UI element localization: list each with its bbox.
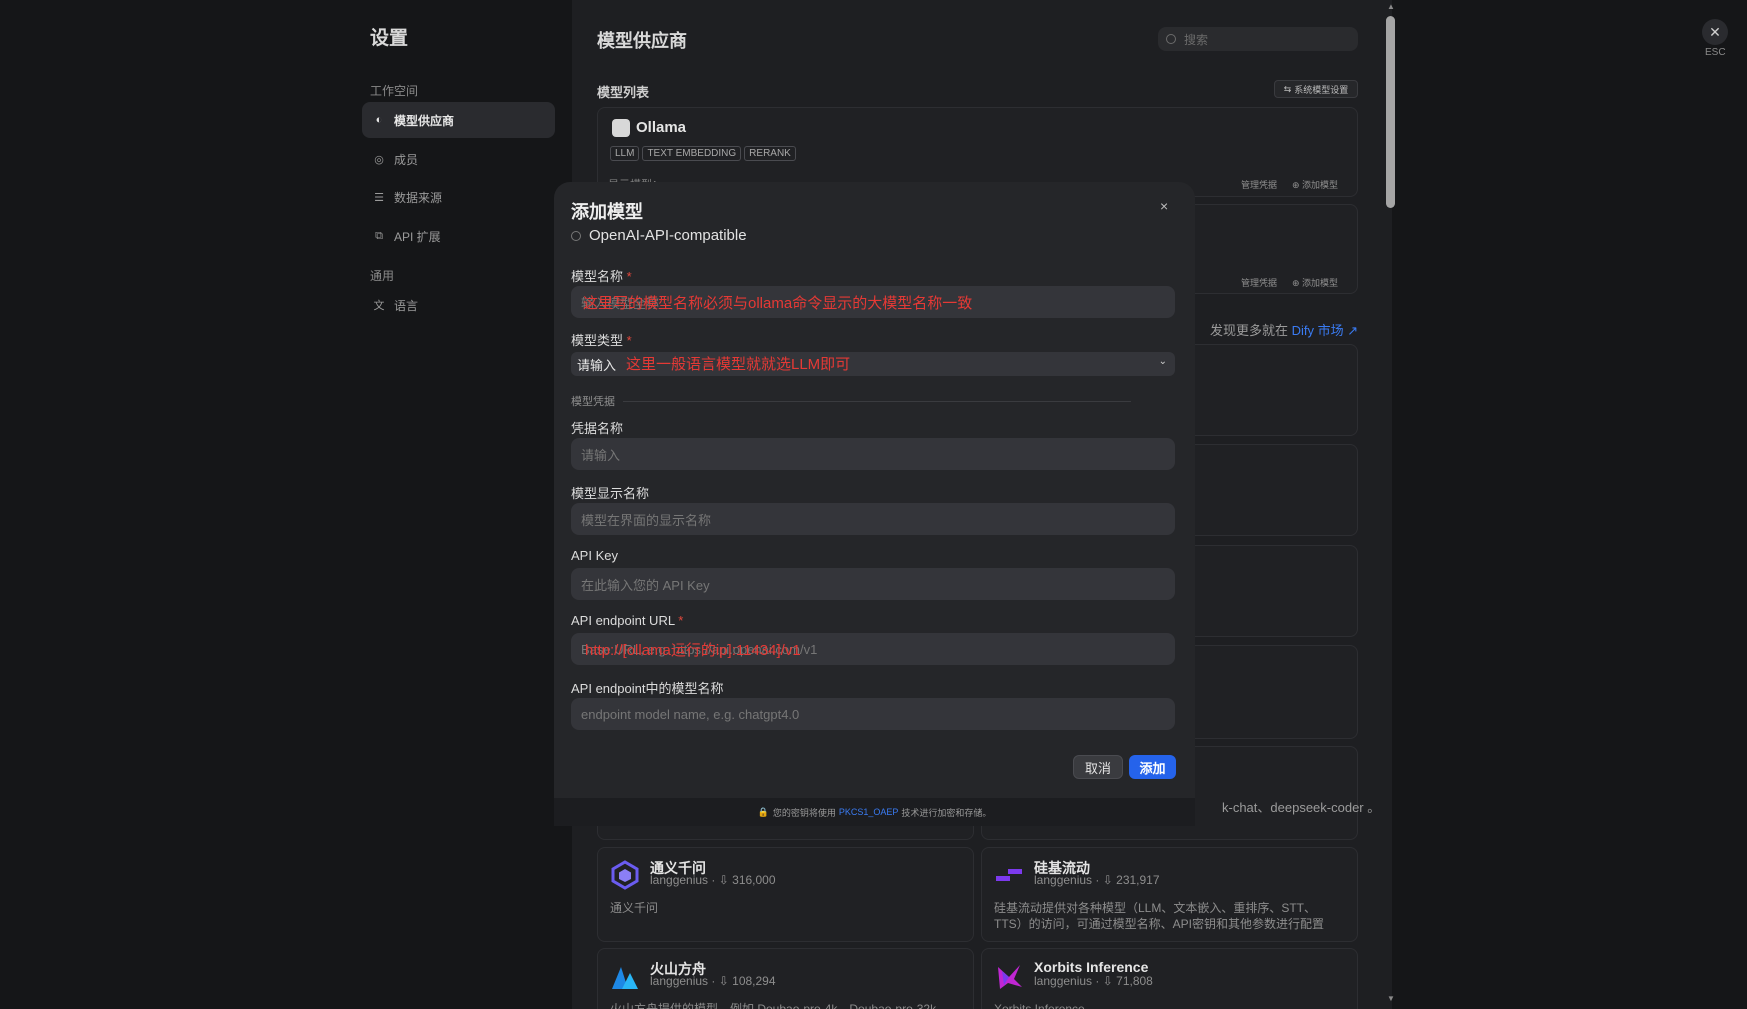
scrollbar-thumb[interactable] — [1386, 16, 1395, 208]
translate-icon: 文 — [373, 300, 385, 312]
sidebar-item-label: 模型供应商 — [394, 113, 455, 128]
credential-name-input[interactable]: 请输入 — [571, 438, 1175, 470]
scroll-down-arrow[interactable]: ▼ — [1386, 994, 1396, 1003]
model-name-annotation: 这里写的模型名称必须与ollama命令显示的大模型名称一致 — [583, 295, 973, 312]
marketplace-meta: langgenius · ⇩ 231,917 — [1034, 873, 1160, 887]
external-link-icon: ↗ — [1343, 323, 1359, 338]
marketplace-desc: 通义千问 — [610, 901, 659, 915]
search-placeholder: 搜索 — [1184, 32, 1209, 47]
settings-title: 设置 — [370, 28, 409, 49]
openai-icon — [571, 230, 581, 241]
page-title: 模型供应商 — [597, 31, 687, 51]
sidebar-item-label: 数据来源 — [394, 190, 443, 205]
close-settings-button[interactable]: ✕ — [1702, 19, 1728, 45]
database-icon: ☰ — [374, 191, 384, 204]
display-name-label: 模型显示名称 — [571, 486, 650, 501]
section-general: 通用 — [370, 269, 395, 283]
tag-llm: LLM — [610, 146, 640, 161]
search-input[interactable]: 搜索 — [1158, 27, 1358, 51]
tongyi-logo — [611, 860, 639, 890]
add-model-button[interactable]: ⊕ 添加模型 — [1292, 276, 1338, 289]
sidebar-item-data-source[interactable]: ☰ 数据来源 — [362, 179, 555, 215]
download-icon: ⇩ — [1102, 873, 1113, 887]
api-key-input[interactable]: 在此输入您的 API Key — [571, 568, 1175, 600]
brain-icon: ◐ — [375, 114, 383, 126]
model-name-label: 模型名称 * — [571, 269, 632, 284]
model-type-label: 模型类型 * — [571, 333, 632, 348]
manage-credentials-button[interactable]: 管理凭据 — [1241, 276, 1277, 289]
system-model-settings-button[interactable]: ⇆ 系统模型设置 — [1274, 80, 1358, 98]
dify-marketplace-link[interactable]: Dify 市场 — [1292, 323, 1344, 338]
settings-sliders-icon: ⇆ — [1283, 83, 1292, 94]
sidebar-item-label: 成员 — [394, 152, 419, 167]
siliconflow-logo — [996, 869, 1022, 881]
dialog-title: 添加模型 — [571, 202, 643, 222]
close-icon[interactable]: × — [1160, 198, 1168, 214]
scroll-up-arrow[interactable]: ▲ — [1386, 2, 1396, 11]
sidebar-item-language[interactable]: 文 语言 — [362, 287, 555, 323]
lock-icon: 🔒 — [757, 806, 769, 817]
add-model-dialog: 添加模型 × OpenAI-API-compatible 模型名称 * 输入模型… — [554, 182, 1195, 798]
chevron-down-icon: ⌄ — [1158, 356, 1167, 367]
search-icon — [1166, 34, 1176, 44]
api-key-label: API Key — [571, 548, 618, 563]
marketplace-meta: langgenius · ⇩ 108,294 — [650, 974, 776, 988]
endpoint-model-name-label: API endpoint中的模型名称 — [571, 681, 724, 696]
model-type-annotation: 这里一般语言模型就就选LLM即可 — [626, 356, 851, 373]
download-icon: ⇩ — [1102, 974, 1113, 988]
model-list-label: 模型列表 — [597, 85, 650, 100]
marketplace-card-xorbits[interactable]: Xorbits Inference langgenius · ⇩ 71,808 … — [981, 948, 1358, 1009]
tag-text-embedding: TEXT EMBEDDING — [642, 146, 742, 161]
sidebar-item-model-provider[interactable]: ◐ 模型供应商 — [362, 102, 555, 138]
marketplace-card-siliconflow[interactable]: 硅基流动 langgenius · ⇩ 231,917 硅基流动提供对各种模型（… — [981, 847, 1358, 942]
pkcs-link[interactable]: PKCS1_OAEP — [839, 807, 899, 817]
marketplace-meta: langgenius · ⇩ 71,808 — [1034, 974, 1153, 988]
cancel-button[interactable]: 取消 — [1073, 755, 1123, 779]
puzzle-icon: ⧉ — [375, 229, 383, 242]
close-icon: ✕ — [1709, 23, 1721, 40]
endpoint-model-name-input[interactable]: endpoint model name, e.g. chatgpt4.0 — [571, 698, 1175, 730]
download-icon: ⇩ — [718, 974, 729, 988]
esc-label: ESC — [1705, 47, 1726, 58]
credentials-section-divider: 模型凭据 — [571, 393, 1131, 409]
provider-tags: LLM TEXT EMBEDDING RERANK — [610, 143, 799, 161]
marketplace-desc: Xorbits Inference — [994, 1002, 1085, 1009]
credential-name-label: 凭据名称 — [571, 421, 624, 436]
download-icon: ⇩ — [718, 873, 729, 887]
sidebar-item-label: 语言 — [394, 298, 419, 313]
marketplace-desc: 火山方舟提供的模型，例如 Doubao-pro-4k、Doubao-pro-32… — [610, 1002, 937, 1009]
section-workspace: 工作空间 — [370, 84, 419, 98]
add-button[interactable]: 添加 — [1129, 755, 1176, 779]
display-name-input[interactable]: 模型在界面的显示名称 — [571, 503, 1175, 535]
sidebar-item-api-extension[interactable]: ⧉ API 扩展 — [362, 218, 555, 254]
xorbits-logo — [998, 965, 1022, 989]
discover-more: 发现更多就在 Dify 市场 ↗ — [1210, 323, 1359, 338]
provider-subtitle: OpenAI-API-compatible — [571, 227, 747, 244]
endpoint-url-annotation: http://[ollama运行的ip]:11434]/v1 — [585, 642, 801, 659]
volcengine-logo — [612, 967, 638, 989]
right-background — [1392, 0, 1747, 1009]
provider-name: Ollama — [636, 119, 687, 136]
ollama-logo-icon — [612, 119, 630, 137]
add-model-button[interactable]: ⊕ 添加模型 — [1292, 178, 1338, 191]
marketplace-desc: 硅基流动提供对各种模型（LLM、文本嵌入、重排序、STT、TTS）的访问，可通过… — [994, 901, 1325, 931]
encryption-notice: 🔒 您的密钥将使用 PKCS1_OAEP 技术进行加密和存储。 — [554, 798, 1195, 826]
endpoint-url-label: API endpoint URL * — [571, 613, 684, 628]
marketplace-card-tongyi[interactable]: 通义千问 langgenius · ⇩ 316,000 通义千问 — [597, 847, 974, 942]
partially-hidden-description: k-chat、deepseek-coder 。 — [1222, 800, 1381, 815]
sidebar-item-members[interactable]: ◎ 成员 — [362, 141, 555, 177]
manage-credentials-button[interactable]: 管理凭据 — [1241, 178, 1277, 191]
tag-rerank: RERANK — [744, 146, 796, 161]
marketplace-name: Xorbits Inference — [1034, 959, 1149, 975]
marketplace-meta: langgenius · ⇩ 316,000 — [650, 873, 776, 887]
marketplace-card-volcengine[interactable]: 火山方舟 langgenius · ⇩ 108,294 火山方舟提供的模型，例如… — [597, 948, 974, 1009]
members-icon: ◎ — [374, 153, 384, 166]
sidebar-item-label: API 扩展 — [394, 229, 441, 244]
